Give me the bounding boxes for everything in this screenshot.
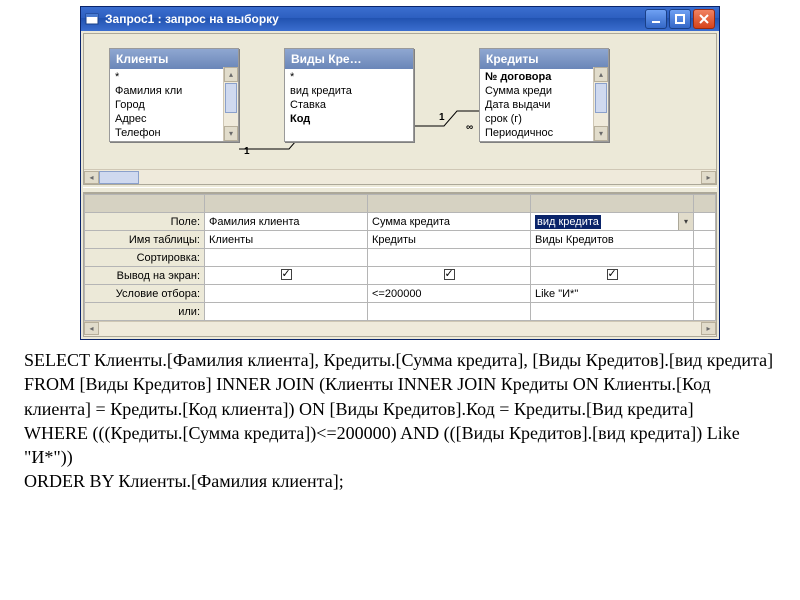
table-field[interactable]: Телефон	[110, 126, 238, 140]
scroll-right-icon[interactable]: ▸	[701, 322, 716, 335]
row-label-field: Поле:	[85, 213, 205, 231]
grid-cell[interactable]	[531, 267, 694, 285]
join-cardinality: ∞	[466, 122, 473, 133]
dropdown-icon[interactable]: ▾	[678, 213, 693, 230]
table-field[interactable]: *	[110, 70, 238, 84]
table-title: Клиенты	[110, 49, 238, 69]
join-cardinality: 1	[439, 112, 445, 123]
relationship-pane[interactable]: Клиенты * Фамилия кли Город Адрес Телефо…	[83, 33, 717, 185]
grid-cell[interactable]	[205, 267, 368, 285]
grid-cell[interactable]	[368, 303, 531, 321]
titlebar[interactable]: Запрос1 : запрос на выборку	[81, 7, 719, 31]
sql-line: FROM [Виды Кредитов] INNER JOIN (Клиенты…	[24, 372, 776, 421]
grid-cell[interactable]	[368, 249, 531, 267]
scroll-thumb[interactable]	[595, 83, 607, 113]
qbe-grid: Поле: Фамилия клиента Сумма кредита вид …	[83, 193, 717, 337]
row-label-table: Имя таблицы:	[85, 231, 205, 249]
table-card-kredity[interactable]: Кредиты № договора Сумма креди Дата выда…	[479, 48, 609, 142]
maximize-button[interactable]	[669, 9, 691, 29]
row-label-sort: Сортировка:	[85, 249, 205, 267]
table-field[interactable]: Периодичнос	[480, 126, 608, 140]
table-field[interactable]: Ставка	[285, 98, 413, 112]
table-field[interactable]: Фамилия кли	[110, 84, 238, 98]
grid-cell[interactable]	[531, 303, 694, 321]
grid-hscroll[interactable]: ◂ ▸	[84, 321, 716, 336]
table-field[interactable]: *	[285, 70, 413, 84]
table-field[interactable]: Дата выдачи	[480, 98, 608, 112]
row-label-or: или:	[85, 303, 205, 321]
table-field[interactable]: Город	[110, 98, 238, 112]
table-scrollbar[interactable]: ▴ ▾	[223, 67, 238, 141]
query-design-window: Запрос1 : запрос на выборку Клиенты * Фа…	[80, 6, 720, 340]
show-checkbox[interactable]	[281, 269, 292, 280]
grid-cell[interactable]: Кредиты	[368, 231, 531, 249]
grid-cell[interactable]	[531, 249, 694, 267]
sql-text: SELECT Клиенты.[Фамилия клиента], Кредит…	[24, 348, 776, 494]
grid-cell[interactable]	[205, 285, 368, 303]
sql-line: ORDER BY Клиенты.[Фамилия клиента];	[24, 469, 776, 493]
row-label-show: Вывод на экран:	[85, 267, 205, 285]
table-card-klienty[interactable]: Клиенты * Фамилия кли Город Адрес Телефо…	[109, 48, 239, 142]
window-title: Запрос1 : запрос на выборку	[105, 12, 645, 26]
relpane-hscroll[interactable]: ◂ ▸	[84, 169, 716, 184]
scroll-left-icon[interactable]: ◂	[84, 322, 99, 335]
table-field[interactable]: Код	[285, 112, 413, 126]
grid-cell[interactable]: Like "И*"	[531, 285, 694, 303]
scroll-down-icon[interactable]: ▾	[224, 126, 238, 141]
show-checkbox[interactable]	[607, 269, 618, 280]
scroll-thumb[interactable]	[99, 171, 139, 184]
show-checkbox[interactable]	[444, 269, 455, 280]
sql-line: WHERE (((Кредиты.[Сумма кредита])<=20000…	[24, 421, 776, 470]
table-field[interactable]: срок (г)	[480, 112, 608, 126]
scroll-down-icon[interactable]: ▾	[594, 126, 608, 141]
close-button[interactable]	[693, 9, 715, 29]
scroll-up-icon[interactable]: ▴	[594, 67, 608, 82]
grid-cell[interactable]	[205, 303, 368, 321]
grid-cell[interactable]: Фамилия клиента	[205, 213, 368, 231]
join-cardinality: 1	[244, 146, 250, 157]
table-field[interactable]: Сумма креди	[480, 84, 608, 98]
sql-line: SELECT Клиенты.[Фамилия клиента], Кредит…	[24, 348, 776, 372]
app-icon	[85, 12, 99, 26]
scroll-thumb[interactable]	[225, 83, 237, 113]
scroll-up-icon[interactable]: ▴	[224, 67, 238, 82]
table-field[interactable]: вид кредита	[285, 84, 413, 98]
grid-cell[interactable]	[368, 267, 531, 285]
table-field[interactable]: Адрес	[110, 112, 238, 126]
grid-cell[interactable]: Клиенты	[205, 231, 368, 249]
scroll-left-icon[interactable]: ◂	[84, 171, 99, 184]
table-card-vidy[interactable]: Виды Кре… * вид кредита Ставка Код	[284, 48, 414, 142]
selected-field: вид кредита	[535, 215, 601, 229]
grid-cell[interactable]	[205, 249, 368, 267]
scroll-right-icon[interactable]: ▸	[701, 171, 716, 184]
grid-cell[interactable]: вид кредита ▾	[531, 213, 694, 231]
table-scrollbar[interactable]: ▴ ▾	[593, 67, 608, 141]
table-field[interactable]: № договора	[480, 70, 608, 84]
table-title: Кредиты	[480, 49, 608, 69]
grid-cell[interactable]: <=200000	[368, 285, 531, 303]
grid-cell[interactable]: Виды Кредитов	[531, 231, 694, 249]
minimize-button[interactable]	[645, 9, 667, 29]
grid-cell[interactable]: Сумма кредита	[368, 213, 531, 231]
table-title: Виды Кре…	[285, 49, 413, 69]
row-label-criteria: Условие отбора:	[85, 285, 205, 303]
